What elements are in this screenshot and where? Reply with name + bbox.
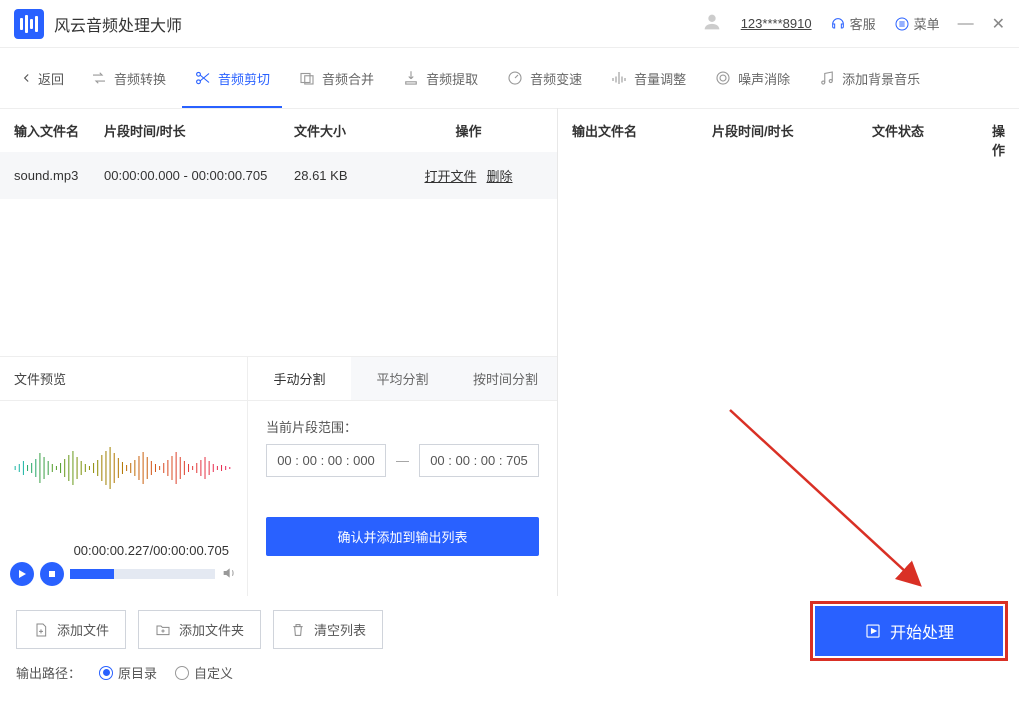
music-icon bbox=[818, 69, 836, 87]
tab-audio-extract[interactable]: 音频提取 bbox=[390, 61, 490, 96]
avatar-icon bbox=[701, 11, 723, 36]
titlebar: 风云音频处理大师 123****8910 客服 菜单 — ✕ bbox=[0, 0, 1019, 48]
cell-filename: sound.mp3 bbox=[14, 168, 104, 183]
col-input-name: 输入文件名 bbox=[14, 121, 104, 140]
tab-audio-merge[interactable]: 音频合并 bbox=[286, 61, 386, 96]
start-time-input[interactable] bbox=[266, 444, 386, 477]
progress-fill bbox=[70, 569, 114, 579]
input-table-header: 输入文件名 片段时间/时长 文件大小 操作 bbox=[0, 108, 557, 152]
merge-icon bbox=[298, 69, 316, 87]
output-table-header: 输出文件名 片段时间/时长 文件状态 操作 bbox=[558, 108, 1019, 171]
col-input-size: 文件大小 bbox=[294, 121, 394, 140]
col-input-time: 片段时间/时长 bbox=[104, 121, 294, 140]
cell-size: 28.61 KB bbox=[294, 168, 394, 183]
stop-icon bbox=[47, 569, 57, 579]
menu-link[interactable]: 菜单 bbox=[894, 14, 940, 33]
play-square-icon bbox=[864, 622, 882, 640]
cell-time: 00:00:00.000 - 00:00:00.705 bbox=[104, 168, 294, 183]
output-path-label: 输出路径： bbox=[16, 663, 81, 682]
volume-icon[interactable] bbox=[221, 565, 237, 584]
support-link[interactable]: 客服 bbox=[830, 14, 876, 33]
input-panel: 输入文件名 片段时间/时长 文件大小 操作 sound.mp3 00:00:00… bbox=[0, 108, 558, 596]
player: 00:00:00.227/00:00:00.705 bbox=[0, 535, 247, 596]
col-input-action: 操作 bbox=[394, 121, 543, 140]
app-title: 风云音频处理大师 bbox=[54, 12, 182, 36]
close-button[interactable]: ✕ bbox=[992, 14, 1005, 34]
tab-add-bgm[interactable]: 添加背景音乐 bbox=[806, 61, 932, 96]
tab-noise-remove[interactable]: 噪声消除 bbox=[702, 61, 802, 96]
col-output-time: 片段时间/时长 bbox=[712, 121, 872, 159]
volume-icon bbox=[610, 69, 628, 87]
play-button[interactable] bbox=[10, 562, 34, 586]
speed-icon bbox=[506, 69, 524, 87]
col-output-name: 输出文件名 bbox=[572, 121, 712, 159]
waveform bbox=[0, 401, 247, 535]
stop-button[interactable] bbox=[40, 562, 64, 586]
delete-link[interactable]: 删除 bbox=[487, 166, 513, 185]
app-logo bbox=[14, 9, 44, 39]
playback-time: 00:00:00.227/00:00:00.705 bbox=[10, 543, 237, 558]
main-toolbar: 返回 音频转换 音频剪切 音频合并 音频提取 音频变速 音量调整 噪声消除 添加… bbox=[0, 48, 1019, 108]
add-file-button[interactable]: 添加文件 bbox=[16, 610, 126, 649]
tab-audio-speed[interactable]: 音频变速 bbox=[494, 61, 594, 96]
range-separator: — bbox=[396, 453, 409, 468]
arrow-left-icon bbox=[20, 71, 34, 85]
tab-manual-split[interactable]: 手动分割 bbox=[248, 357, 351, 400]
add-folder-button[interactable]: 添加文件夹 bbox=[138, 610, 261, 649]
tab-time-split[interactable]: 按时间分割 bbox=[454, 357, 557, 400]
tab-volume-adjust[interactable]: 音量调整 bbox=[598, 61, 698, 96]
split-panel: 手动分割 平均分割 按时间分割 当前片段范围： — 确认并添加到输出列表 bbox=[248, 357, 557, 596]
trash-icon bbox=[290, 622, 306, 638]
start-process-button[interactable]: 开始处理 bbox=[815, 606, 1003, 656]
tab-audio-cut[interactable]: 音频剪切 bbox=[182, 61, 282, 96]
tab-average-split[interactable]: 平均分割 bbox=[351, 357, 454, 400]
radio-custom-dir[interactable]: 自定义 bbox=[175, 663, 233, 682]
folder-add-icon bbox=[155, 622, 171, 638]
minimize-button[interactable]: — bbox=[958, 15, 974, 33]
tab-audio-convert[interactable]: 音频转换 bbox=[78, 61, 178, 96]
support-label: 客服 bbox=[850, 14, 876, 33]
back-label: 返回 bbox=[38, 69, 64, 88]
convert-icon bbox=[90, 69, 108, 87]
scissors-icon bbox=[194, 69, 212, 87]
footer: 添加文件 添加文件夹 清空列表 开始处理 输出路径： 原目录 自定义 bbox=[0, 596, 1019, 692]
col-output-status: 文件状态 bbox=[872, 121, 992, 159]
preview-area: 文件预览 00:00:00.227/00:00:00.705 bbox=[0, 356, 557, 596]
user-id[interactable]: 123****8910 bbox=[741, 16, 812, 31]
noise-icon bbox=[714, 69, 732, 87]
open-file-link[interactable]: 打开文件 bbox=[424, 166, 476, 185]
radio-original-dir[interactable]: 原目录 bbox=[99, 663, 157, 682]
preview-left: 文件预览 00:00:00.227/00:00:00.705 bbox=[0, 357, 248, 596]
range-label: 当前片段范围： bbox=[248, 401, 557, 444]
table-row[interactable]: sound.mp3 00:00:00.000 - 00:00:00.705 28… bbox=[0, 152, 557, 199]
confirm-add-button[interactable]: 确认并添加到输出列表 bbox=[266, 517, 539, 556]
content-area: 输入文件名 片段时间/时长 文件大小 操作 sound.mp3 00:00:00… bbox=[0, 108, 1019, 596]
output-panel: 输出文件名 片段时间/时长 文件状态 操作 bbox=[558, 108, 1019, 596]
file-add-icon bbox=[33, 622, 49, 638]
waveform-icon bbox=[10, 433, 237, 503]
col-output-action: 操作 bbox=[992, 121, 1005, 159]
end-time-input[interactable] bbox=[419, 444, 539, 477]
extract-icon bbox=[402, 69, 420, 87]
split-tabs: 手动分割 平均分割 按时间分割 bbox=[248, 357, 557, 401]
menu-label: 菜单 bbox=[914, 14, 940, 33]
clear-list-button[interactable]: 清空列表 bbox=[273, 610, 383, 649]
play-icon bbox=[17, 569, 27, 579]
back-button[interactable]: 返回 bbox=[10, 63, 74, 94]
progress-bar[interactable] bbox=[70, 569, 215, 579]
preview-title: 文件预览 bbox=[0, 357, 247, 401]
